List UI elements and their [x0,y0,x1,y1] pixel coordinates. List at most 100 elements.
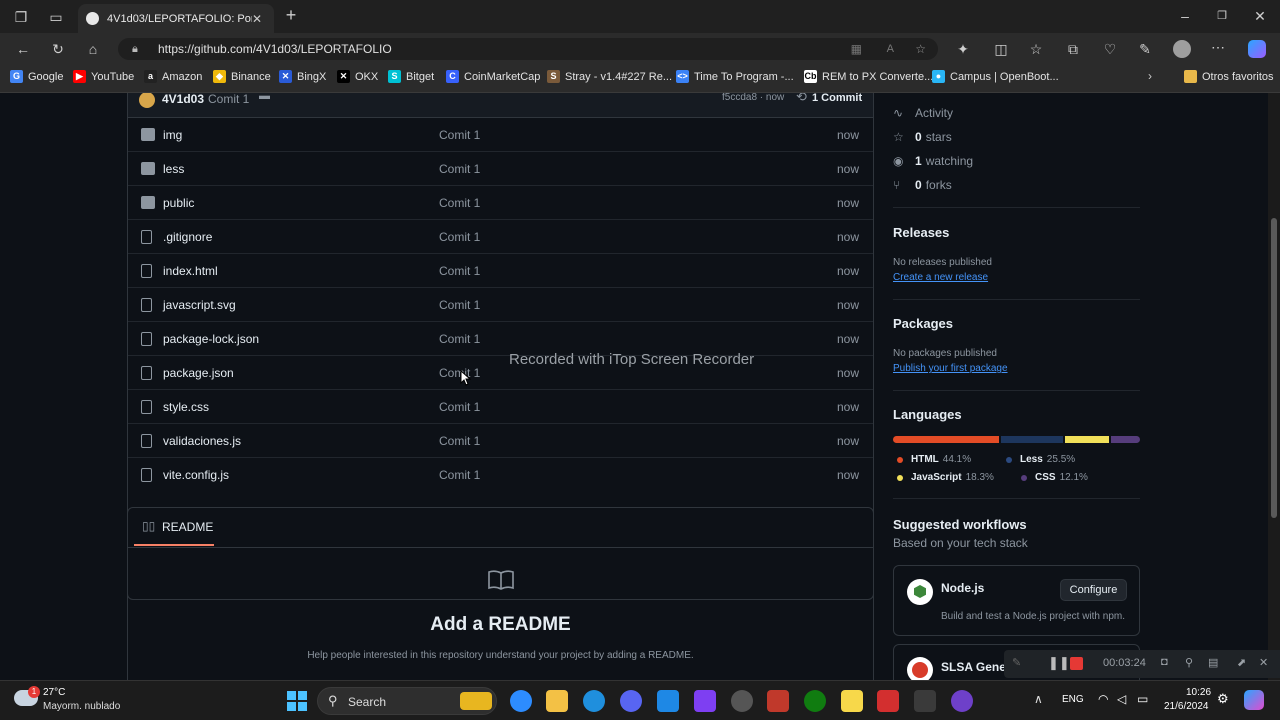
file-row[interactable]: validaciones.js Comit 1 now [128,424,873,458]
back-icon[interactable]: ← [14,41,32,57]
xbox-icon[interactable] [804,690,826,712]
battery-icon[interactable]: ▭ [1137,692,1148,706]
screen-recorder-icon[interactable] [877,690,899,712]
favorite-item[interactable]: <> Time To Program -... [676,70,794,83]
file-row[interactable]: package-lock.json Comit 1 now [128,322,873,356]
zoom-app-icon[interactable] [510,690,532,712]
file-name[interactable]: package.json [163,366,234,380]
file-commit-message[interactable]: Comit 1 [439,196,480,210]
publish-package-link[interactable]: Publish your first package [893,363,1008,374]
stars-link[interactable]: ☆ 0 stars [893,130,952,144]
collections-icon[interactable]: ⧉ [1064,41,1082,57]
commit-hash[interactable]: f5ccda8 · now [722,93,784,103]
releases-heading[interactable]: Releases [893,225,949,240]
copilot-tools-icon[interactable]: ✎ [1136,41,1154,57]
file-row[interactable]: index.html Comit 1 now [128,254,873,288]
pen-icon[interactable]: ✎ [1012,656,1021,669]
vscode-icon[interactable] [657,690,679,712]
file-name[interactable]: validaciones.js [163,434,241,448]
file-name[interactable]: style.css [163,400,209,414]
language-item[interactable]: CSS 12.1% [1021,472,1088,483]
activity-link[interactable]: ∿ Activity [893,106,953,120]
tray-chevron-icon[interactable]: ∧ [1034,692,1043,706]
page-scrollbar[interactable] [1268,93,1280,680]
file-commit-message[interactable]: Comit 1 [439,230,480,244]
zoom-icon[interactable]: ⚲ [1185,656,1193,669]
file-name[interactable]: index.html [163,264,218,278]
arc-icon[interactable] [731,690,753,712]
favorite-item[interactable]: G Google [10,70,63,83]
file-name[interactable]: .gitignore [163,230,212,244]
file-commit-message[interactable]: Comit 1 [439,128,480,142]
caption-icon[interactable]: ▤ [1208,656,1218,669]
favorite-item[interactable]: ▶ YouTube [73,70,134,83]
app-red-icon[interactable] [767,690,789,712]
github-desktop-icon[interactable] [951,690,973,712]
sticky-notes-icon[interactable] [841,690,863,712]
file-commit-message[interactable]: Comit 1 [439,400,480,414]
file-name[interactable]: less [163,162,184,176]
discord-icon[interactable] [620,690,642,712]
camera-icon[interactable]: ◘ [1161,656,1168,668]
minimize-icon[interactable]: – [1176,8,1194,24]
search-box[interactable]: ⚲ Search [317,687,497,715]
commit-details-icon[interactable]: ▬ [259,93,270,102]
watching-link[interactable]: ◉ 1 watching [893,154,973,168]
author-avatar[interactable] [139,93,155,108]
visual-studio-icon[interactable] [694,690,716,712]
file-commit-message[interactable]: Comit 1 [439,434,480,448]
file-row[interactable]: vite.config.js Comit 1 now [128,458,873,492]
file-row[interactable]: img Comit 1 now [128,118,873,152]
read-aloud-icon[interactable]: A [887,38,894,60]
pause-icon[interactable]: ❚❚ [1048,655,1070,671]
clock-time[interactable]: 10:26 [1186,687,1211,698]
favorite-item[interactable]: Cb REM to PX Converte... [804,70,933,83]
language-item[interactable]: Less 25.5% [1006,454,1075,465]
maximize-icon[interactable]: ❐ [1213,8,1231,24]
workspaces-icon[interactable]: ❐ [12,9,30,25]
file-name[interactable]: vite.config.js [163,468,229,482]
copilot-taskbar-icon[interactable] [1244,690,1264,710]
file-name[interactable]: javascript.svg [163,298,236,312]
file-row[interactable]: public Comit 1 now [128,186,873,220]
favorite-item[interactable]: ● Campus | OpenBoot... [932,70,1059,83]
file-row[interactable]: javascript.svg Comit 1 now [128,288,873,322]
readme-tab[interactable]: ▯▯ README [134,508,214,546]
file-row[interactable]: package.json Comit 1 now [128,356,873,390]
favorites-icon[interactable]: ☆ [1027,41,1045,57]
edge-icon[interactable] [583,690,605,712]
close-tab-icon[interactable]: ✕ [252,12,262,26]
file-commit-message[interactable]: Comit 1 [439,264,480,278]
refresh-icon[interactable]: ↻ [49,41,67,57]
more-menu-icon[interactable]: ⋯ [1209,39,1227,55]
file-commit-message[interactable]: Comit 1 [439,468,480,482]
language-indicator[interactable]: ENG [1062,694,1084,705]
file-row[interactable]: less Comit 1 now [128,152,873,186]
extensions-icon[interactable]: ✦ [954,41,972,57]
clock-date[interactable]: 21/6/2024 [1164,701,1209,712]
active-tab[interactable]: 4V1d03/LEPORTAFOLIO: Portafo ✕ [78,4,274,33]
scrollbar-thumb[interactable] [1271,218,1277,518]
home-icon[interactable]: ⌂ [84,41,102,57]
language-item[interactable]: JavaScript 18.3% [897,472,994,483]
profile-avatar[interactable] [1173,40,1191,58]
favorite-item[interactable]: ✕ BingX [279,70,326,83]
favorite-item[interactable]: a Amazon [144,70,202,83]
reader-icon[interactable]: ▦ [851,38,862,60]
new-tab-icon[interactable]: + [282,6,300,24]
other-favorites[interactable]: Otros favoritos [1184,70,1274,83]
favorite-item[interactable]: ✕ OKX [337,70,378,83]
temperature[interactable]: 27°C [43,687,65,698]
favorite-item[interactable]: S Stray - v1.4#227 Re... [547,70,672,83]
favorite-item[interactable]: C CoinMarketCap [446,70,540,83]
wifi-icon[interactable]: ◠ [1098,692,1108,706]
packages-heading[interactable]: Packages [893,316,953,331]
file-explorer-icon[interactable] [546,690,568,712]
configure-button[interactable]: Configure [1060,579,1127,601]
file-row[interactable]: style.css Comit 1 now [128,390,873,424]
file-name[interactable]: package-lock.json [163,332,259,346]
start-icon[interactable] [287,691,307,711]
commit-author[interactable]: 4V1d03 [162,93,204,106]
settings-gear-icon[interactable]: ⚙ [1217,691,1229,707]
commit-message[interactable]: Comit 1 [208,93,249,106]
